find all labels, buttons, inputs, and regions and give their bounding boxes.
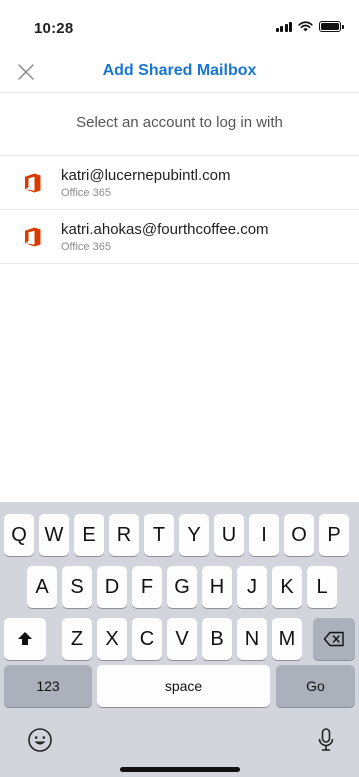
account-email: katri@lucernepubintl.com — [61, 167, 231, 184]
office-365-icon — [25, 227, 41, 247]
key-i[interactable]: I — [249, 514, 279, 556]
key-t[interactable]: T — [144, 514, 174, 556]
account-prompt: Select an account to log in with — [76, 114, 283, 131]
key-e[interactable]: E — [74, 514, 104, 556]
key-n[interactable]: N — [237, 618, 267, 660]
key-j[interactable]: J — [237, 566, 267, 608]
keyboard: Q W E R T Y U I O P A S D F G H J K L Z … — [0, 502, 359, 777]
account-row-fourthcoffee[interactable]: katri.ahokas@fourthcoffee.com Office 365 — [0, 210, 359, 264]
key-k[interactable]: K — [272, 566, 302, 608]
key-b[interactable]: B — [202, 618, 232, 660]
key-x[interactable]: X — [97, 618, 127, 660]
key-d[interactable]: D — [97, 566, 127, 608]
account-type: Office 365 — [61, 241, 111, 253]
key-v[interactable]: V — [167, 618, 197, 660]
key-o[interactable]: O — [284, 514, 314, 556]
key-l[interactable]: L — [307, 566, 337, 608]
key-g[interactable]: G — [167, 566, 197, 608]
key-s[interactable]: S — [62, 566, 92, 608]
wifi-icon — [298, 21, 313, 32]
backspace-key[interactable] — [313, 618, 355, 660]
numbers-key[interactable]: 123 — [4, 665, 92, 707]
nav-bar: Add Shared Mailbox — [0, 52, 359, 93]
shift-icon — [18, 632, 32, 645]
key-m[interactable]: M — [272, 618, 302, 660]
account-email: katri.ahokas@fourthcoffee.com — [61, 221, 269, 238]
go-key[interactable]: Go — [276, 665, 355, 707]
key-c[interactable]: C — [132, 618, 162, 660]
key-z[interactable]: Z — [62, 618, 92, 660]
shift-key[interactable] — [4, 618, 46, 660]
key-u[interactable]: U — [214, 514, 244, 556]
key-w[interactable]: W — [39, 514, 69, 556]
key-p[interactable]: P — [319, 514, 349, 556]
status-icons — [275, 21, 344, 32]
battery-icon — [319, 21, 344, 32]
account-row-lucernepubintl[interactable]: katri@lucernepubintl.com Office 365 — [0, 156, 359, 210]
emoji-icon[interactable] — [27, 727, 53, 753]
key-f[interactable]: F — [132, 566, 162, 608]
key-r[interactable]: R — [109, 514, 139, 556]
account-type: Office 365 — [61, 187, 111, 199]
key-q[interactable]: Q — [4, 514, 34, 556]
signal-icon — [275, 21, 292, 32]
account-list: katri@lucernepubintl.com Office 365 katr… — [0, 155, 359, 264]
home-indicator — [120, 767, 240, 772]
office-365-icon — [25, 173, 41, 193]
key-a[interactable]: A — [27, 566, 57, 608]
status-time: 10:28 — [34, 20, 74, 37]
key-h[interactable]: H — [202, 566, 232, 608]
microphone-icon[interactable] — [317, 727, 335, 753]
status-bar: 10:28 — [0, 0, 359, 52]
page-title: Add Shared Mailbox — [102, 62, 257, 79]
key-y[interactable]: Y — [179, 514, 209, 556]
space-key[interactable]: space — [97, 665, 270, 707]
backspace-icon — [323, 631, 344, 647]
